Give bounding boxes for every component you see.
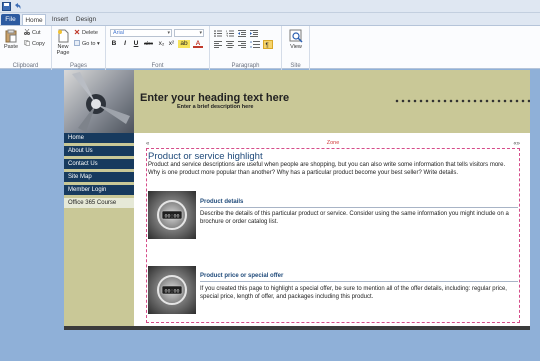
ribbon: Paste Cut Copy Clipboard New Page Delete… bbox=[0, 25, 540, 70]
subscript-button[interactable]: x₂ bbox=[157, 40, 166, 48]
divider bbox=[200, 207, 518, 208]
pages-group: New Page Delete Go to ▾ Pages bbox=[52, 26, 106, 70]
save-icon[interactable] bbox=[2, 2, 11, 11]
paste-icon bbox=[4, 29, 18, 43]
product-image-2[interactable]: 00:00 bbox=[148, 266, 196, 314]
font-group: Arial ▾ ▾ B I U abc x₂ x² ab A Font bbox=[106, 26, 210, 70]
goto-dropdown-icon: ▾ bbox=[96, 41, 100, 47]
undo-icon[interactable] bbox=[13, 2, 22, 11]
goto-icon bbox=[74, 40, 80, 46]
scissors-icon bbox=[24, 28, 30, 35]
align-center-icon[interactable] bbox=[226, 41, 234, 48]
paragraph-group: ¶ Paragraph bbox=[210, 26, 282, 70]
superscript-button[interactable]: x² bbox=[167, 40, 176, 48]
decorative-dots bbox=[394, 99, 530, 103]
new-page-button[interactable]: New Page bbox=[55, 29, 71, 56]
delete-icon bbox=[74, 29, 80, 35]
content-area: « Zone «» Product or service highlight P… bbox=[146, 133, 520, 326]
copy-button[interactable]: Copy bbox=[24, 40, 45, 48]
title-bar bbox=[0, 0, 540, 13]
page-footer-bar bbox=[64, 326, 530, 330]
font-color-button[interactable]: A bbox=[193, 40, 203, 48]
site-group: View Site bbox=[282, 26, 310, 70]
cut-button[interactable]: Cut bbox=[24, 28, 41, 37]
line-spacing-icon[interactable] bbox=[250, 41, 260, 48]
delete-page-button[interactable]: Delete bbox=[74, 29, 98, 37]
page-heading[interactable]: Enter your heading text here bbox=[140, 92, 289, 104]
increase-indent-icon[interactable] bbox=[250, 30, 258, 37]
bold-button[interactable]: B bbox=[110, 40, 118, 48]
goto-label: Go to bbox=[82, 41, 96, 47]
product-image-1[interactable]: 00:00 bbox=[148, 191, 196, 239]
view-label: View bbox=[290, 44, 302, 50]
bullets-icon[interactable] bbox=[214, 30, 222, 37]
copy-label: Copy bbox=[32, 41, 45, 47]
product-details-title[interactable]: Product details bbox=[200, 199, 243, 205]
page-header: Enter your heading text here Enter a bri… bbox=[64, 70, 530, 133]
propeller-image bbox=[64, 70, 134, 133]
strikethrough-button[interactable]: abc bbox=[142, 40, 155, 48]
paste-button[interactable]: Paste bbox=[3, 29, 19, 50]
font-name-value: Arial bbox=[113, 30, 125, 36]
view-button[interactable]: View bbox=[287, 29, 305, 50]
underline-button[interactable]: U bbox=[132, 40, 140, 48]
align-left-icon[interactable] bbox=[214, 41, 222, 48]
align-right-icon[interactable] bbox=[238, 41, 246, 48]
numbering-icon[interactable] bbox=[226, 30, 234, 37]
paste-label: Paste bbox=[3, 44, 19, 50]
svg-text:¶: ¶ bbox=[266, 43, 269, 48]
tab-file[interactable]: File bbox=[1, 14, 20, 25]
zone-label: Zone bbox=[326, 140, 340, 146]
nav-item-site-map[interactable]: Site Map bbox=[64, 172, 134, 183]
italic-button[interactable]: I bbox=[121, 40, 129, 48]
font-name-dropdown-icon: ▾ bbox=[167, 30, 170, 36]
clipboard-group: Paste Cut Copy Clipboard bbox=[0, 26, 52, 70]
intro-paragraph[interactable]: Product and service descriptions are use… bbox=[148, 162, 518, 177]
web-page-canvas[interactable]: Enter your heading text here Enter a bri… bbox=[64, 70, 530, 330]
nav-item-contact-us[interactable]: Contact Us bbox=[64, 159, 134, 170]
product-price-text[interactable]: If you created this page to highlight a … bbox=[200, 285, 518, 301]
new-page-icon bbox=[56, 29, 70, 43]
cut-label: Cut bbox=[32, 30, 41, 36]
nav-item-office-365-course[interactable]: Office 365 Course bbox=[64, 198, 134, 209]
product-details-text[interactable]: Describe the details of this particular … bbox=[200, 210, 518, 226]
paragraph-group-label: Paragraph bbox=[231, 63, 260, 69]
site-group-label: Site bbox=[290, 63, 301, 69]
divider bbox=[200, 281, 518, 282]
page-subheading[interactable]: Enter a brief description here bbox=[177, 104, 253, 110]
tab-design[interactable]: Design bbox=[74, 14, 98, 25]
nav-item-about-us[interactable]: About Us bbox=[64, 146, 134, 157]
view-icon bbox=[289, 29, 303, 43]
highlight-button[interactable]: ab bbox=[178, 40, 190, 48]
goto-button[interactable]: Go to ▾ bbox=[74, 40, 100, 48]
svg-text:00:00: 00:00 bbox=[164, 289, 179, 295]
nav-item-home[interactable]: Home bbox=[64, 133, 134, 144]
svg-text:00:00: 00:00 bbox=[164, 214, 179, 220]
nav-item-member-login[interactable]: Member Login bbox=[64, 185, 134, 196]
zone-right-handle[interactable]: «» bbox=[513, 141, 520, 147]
section-title[interactable]: Product or service highlight bbox=[148, 151, 263, 162]
decrease-indent-icon[interactable] bbox=[238, 30, 246, 37]
font-size-select[interactable]: ▾ bbox=[174, 29, 204, 37]
font-size-dropdown-icon: ▾ bbox=[199, 30, 202, 36]
font-name-select[interactable]: Arial ▾ bbox=[110, 29, 172, 37]
new-page-label-line2: Page bbox=[56, 50, 70, 56]
paragraph-mark-icon[interactable]: ¶ bbox=[263, 40, 273, 49]
clipboard-group-label: Clipboard bbox=[12, 63, 39, 69]
pages-group-label: Pages bbox=[69, 63, 87, 69]
font-group-label: Font bbox=[151, 63, 164, 69]
left-navigation: Home About Us Contact Us Site Map Member… bbox=[64, 133, 134, 326]
tab-home[interactable]: Home bbox=[22, 14, 46, 25]
tab-insert[interactable]: Insert bbox=[49, 14, 71, 25]
delete-label: Delete bbox=[82, 30, 98, 36]
copy-icon bbox=[24, 40, 30, 46]
ribbon-tabs: File Home Insert Design bbox=[0, 13, 540, 25]
product-price-title[interactable]: Product price or special offer bbox=[200, 273, 283, 279]
